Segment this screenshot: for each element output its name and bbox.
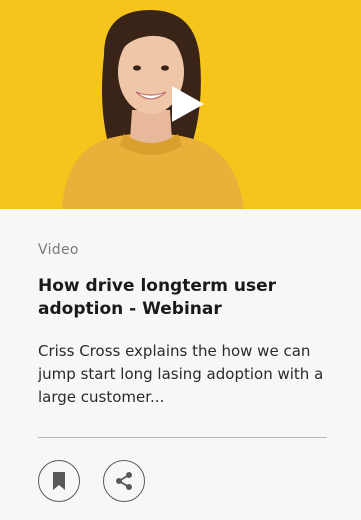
share-button[interactable] (103, 460, 145, 502)
content-card: Video How drive longterm user adoption -… (0, 0, 361, 520)
bookmark-button[interactable] (38, 460, 80, 502)
video-thumbnail[interactable] (0, 0, 361, 209)
play-icon[interactable] (168, 84, 208, 124)
card-description: Criss Cross explains the how we can jump… (38, 342, 324, 406)
card-title[interactable]: How drive longterm user adoption - Webin… (38, 275, 328, 321)
share-icon (116, 472, 132, 490)
content-type-label: Video (38, 242, 79, 258)
divider (38, 437, 327, 438)
bookmark-icon (53, 472, 65, 490)
